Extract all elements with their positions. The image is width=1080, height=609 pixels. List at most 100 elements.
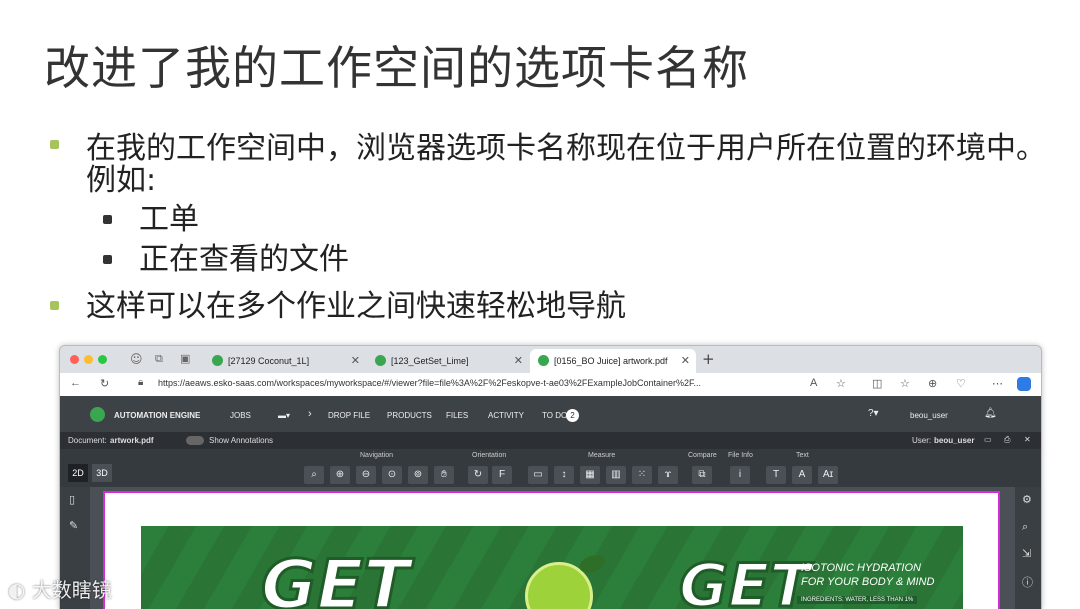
tab-label: [123_GetSet_Lime] bbox=[391, 356, 469, 366]
densitometer-icon[interactable]: ▦ bbox=[580, 466, 600, 484]
copilot-icon[interactable] bbox=[1017, 377, 1031, 391]
viewer-toolbar: 2D 3D Navigation ⌕ ⊕ ⊖ ⊙ ⊚ ✋︎ Orientatio… bbox=[60, 449, 1041, 487]
split-screen-icon[interactable]: ◫ bbox=[872, 377, 882, 390]
text-group-label: Text bbox=[796, 452, 809, 459]
navigation-group-label: Navigation bbox=[360, 452, 394, 459]
artwork-tagline-1: ISOTONIC HYDRATION bbox=[801, 562, 921, 574]
close-viewer-icon[interactable]: ✕ bbox=[1024, 435, 1031, 444]
close-tab-icon[interactable]: ✕ bbox=[514, 354, 523, 367]
compare-group-label: Compare bbox=[688, 452, 717, 459]
automation-engine-favicon bbox=[538, 355, 549, 366]
app-header: AUTOMATION ENGINE JOBS ▬▾ › DROP FILE PR… bbox=[60, 396, 1041, 432]
nav-jobs[interactable]: JOBS bbox=[230, 411, 251, 420]
flip-icon[interactable]: F bbox=[492, 466, 512, 484]
favorites-icon[interactable]: ☆ bbox=[900, 377, 910, 390]
user-menu[interactable]: beou_user bbox=[910, 411, 948, 420]
nav-todo[interactable]: TO DO bbox=[542, 411, 567, 420]
bullet-text: 在我的工作空间中，浏览器选项卡名称现在位于用户所在位置的环境中。 bbox=[86, 131, 1046, 166]
info-panel-icon[interactable]: ⓘ bbox=[1022, 574, 1033, 590]
browser-tab-active[interactable]: [0156_BO Juice] artwork.pdf ✕ bbox=[530, 349, 696, 373]
ruler-icon[interactable]: ▭ bbox=[528, 466, 548, 484]
maximize-window-dot[interactable] bbox=[98, 355, 107, 364]
settings-icon[interactable]: ⚙ bbox=[1022, 493, 1032, 506]
nav-files[interactable]: FILES bbox=[446, 411, 468, 420]
measure-group-label: Measure bbox=[588, 452, 616, 459]
export-icon[interactable]: ⇲ bbox=[1022, 547, 1031, 560]
new-tab-icon[interactable]: + bbox=[702, 350, 715, 368]
nav-drop-file[interactable]: DROP FILE bbox=[328, 411, 370, 420]
zoom-actual-icon[interactable]: ⊚ bbox=[408, 466, 428, 484]
artwork-canvas[interactable]: GET GET ISOTONIC HYDRATION FOR YOUR BODY… bbox=[103, 491, 1000, 609]
zoom-fit-icon[interactable]: ⊙ bbox=[382, 466, 402, 484]
collections-icon[interactable]: ⧉ bbox=[155, 352, 163, 366]
notifications-icon[interactable]: 🔔︎ bbox=[984, 408, 997, 419]
text-tool-icon[interactable]: T bbox=[766, 466, 786, 484]
gear-logo-icon bbox=[90, 407, 105, 422]
bullet-text: 这样可以在多个作业之间快速轻松地导航 bbox=[86, 289, 626, 324]
view-2d-button[interactable]: 2D bbox=[68, 464, 88, 482]
annotate-icon[interactable]: ✎ bbox=[69, 519, 78, 532]
read-aloud-icon[interactable]: A bbox=[810, 377, 817, 389]
annotations-toggle[interactable] bbox=[186, 436, 204, 445]
tab-label: [27129 Coconut_1L] bbox=[228, 356, 310, 366]
separations-icon[interactable]: ⁙ bbox=[632, 466, 652, 484]
reload-icon[interactable]: ↻ bbox=[100, 377, 109, 390]
pan-hand-icon[interactable]: ✋︎ bbox=[434, 466, 454, 484]
view-3d-button[interactable]: 3D bbox=[92, 464, 112, 482]
right-tool-panel: ⚙ ⌕ ⇲ ⓘ bbox=[1015, 487, 1041, 609]
nav-products[interactable]: PRODUCTS bbox=[387, 411, 432, 420]
search-icon[interactable]: ⌕ bbox=[304, 466, 324, 484]
browser-tab[interactable]: [123_GetSet_Lime] ✕ bbox=[367, 349, 529, 373]
help-icon[interactable]: ?▾ bbox=[868, 408, 879, 419]
tab-bar: ☺ ⧉ ▣ [27129 Coconut_1L] ✕ [123_GetSet_L… bbox=[60, 346, 1041, 373]
trapping-icon[interactable]: ɤ bbox=[658, 466, 678, 484]
text-size-icon[interactable]: Aɪ bbox=[818, 466, 838, 484]
bullet-marker bbox=[50, 140, 59, 149]
search-panel-icon[interactable]: ⌕ bbox=[1022, 520, 1028, 534]
document-name[interactable]: artwork.pdf bbox=[110, 436, 154, 445]
user-name: beou_user bbox=[934, 436, 975, 445]
tab-actions-icon[interactable]: ▣ bbox=[180, 352, 190, 365]
watermark-text: 大数瞎镜 bbox=[31, 578, 112, 602]
more-menu-icon[interactable]: ⋯ bbox=[992, 377, 1003, 390]
bullet-text-continued: 例如: bbox=[86, 163, 157, 198]
sub-bullet-marker bbox=[103, 255, 112, 264]
artwork-preview: GET GET ISOTONIC HYDRATION FOR YOUR BODY… bbox=[141, 526, 963, 609]
health-icon[interactable]: ♡ bbox=[956, 377, 966, 390]
lock-icon: 🔒︎ bbox=[138, 377, 144, 388]
profile-icon[interactable]: ☺ bbox=[130, 352, 143, 366]
dimension-icon[interactable]: ↕ bbox=[554, 466, 574, 484]
extensions-icon[interactable]: ⊕ bbox=[928, 377, 937, 390]
url-field[interactable]: https://aeaws.esko-saas.com/workspaces/m… bbox=[158, 378, 701, 388]
minimize-window-dot[interactable] bbox=[84, 355, 93, 364]
todo-count-badge: 2 bbox=[566, 409, 579, 422]
close-window-dot[interactable] bbox=[70, 355, 79, 364]
close-tab-icon[interactable]: ✕ bbox=[351, 354, 360, 367]
address-bar: ← ↻ 🔒︎ https://aeaws.esko-saas.com/works… bbox=[60, 373, 1041, 397]
info-icon[interactable]: i bbox=[730, 466, 750, 484]
barcode-icon[interactable]: ▥ bbox=[606, 466, 626, 484]
favorite-icon[interactable]: ☆ bbox=[836, 377, 846, 390]
close-tab-icon[interactable]: ✕ bbox=[681, 354, 690, 367]
browser-window: ☺ ⧉ ▣ [27129 Coconut_1L] ✕ [123_GetSet_L… bbox=[59, 345, 1042, 609]
print-icon[interactable]: ⎙ bbox=[1004, 435, 1010, 445]
bullet-marker bbox=[50, 301, 59, 310]
watermark: ◐ 大数瞎镜 bbox=[8, 574, 112, 603]
nav-activity[interactable]: ACTIVITY bbox=[488, 411, 524, 420]
user-label: User: bbox=[912, 436, 932, 445]
compare-icon[interactable]: ⧉ bbox=[692, 466, 712, 484]
artwork-brand-left: GET bbox=[260, 546, 412, 609]
zoom-in-icon[interactable]: ⊕ bbox=[330, 466, 350, 484]
document-bar: Document: artwork.pdf Show Annotations U… bbox=[60, 432, 1041, 449]
back-icon[interactable]: ← bbox=[70, 377, 81, 389]
font-icon[interactable]: A bbox=[792, 466, 812, 484]
zoom-out-icon[interactable]: ⊖ bbox=[356, 466, 376, 484]
page-icon[interactable]: ▯ bbox=[69, 493, 75, 506]
folder-icon[interactable]: ▬▾ bbox=[278, 411, 290, 420]
panel-icon[interactable]: ▭ bbox=[984, 435, 992, 444]
file-info-group-label: File Info bbox=[728, 452, 753, 459]
rotate-icon[interactable]: ↻ bbox=[468, 466, 488, 484]
automation-engine-favicon bbox=[375, 355, 386, 366]
sub-bullet-text: 工单 bbox=[139, 202, 199, 237]
browser-tab[interactable]: [27129 Coconut_1L] ✕ bbox=[204, 349, 366, 373]
